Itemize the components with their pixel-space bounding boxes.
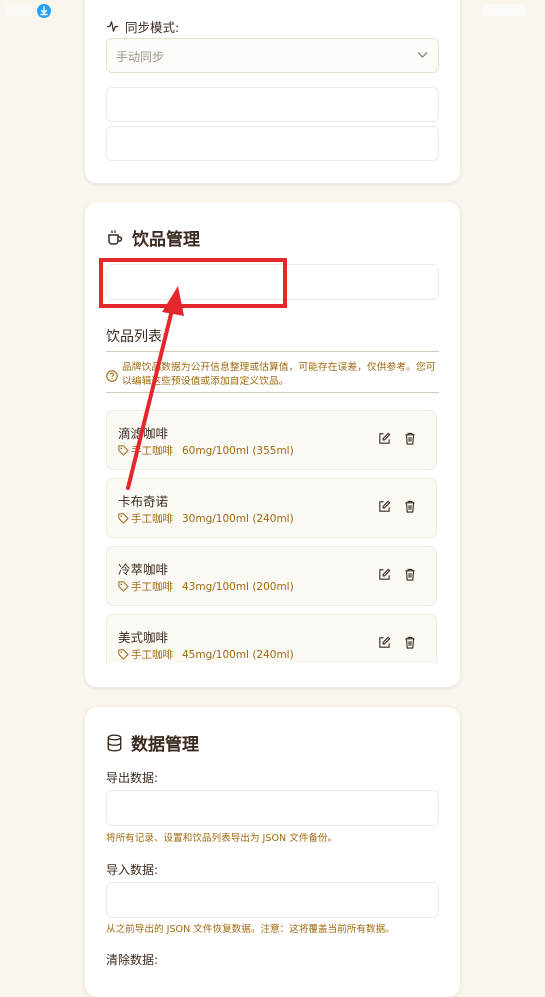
sync-field-2[interactable] [106, 126, 439, 161]
add-drink-button-area[interactable] [106, 264, 439, 300]
export-button[interactable] [106, 790, 439, 826]
chevron-down-icon [417, 52, 428, 58]
drink-category-text: 手工咖啡 [131, 445, 173, 457]
data-notice-text: 品牌饮品数据为公开信息整理或估算值，可能存在误差，仅供参考。您可以编辑这些预设值… [122, 362, 436, 387]
data-management-title: 数据管理 [106, 730, 199, 755]
drink-management-title: 饮品管理 [106, 225, 200, 250]
import-help: 从之前导出的 JSON 文件恢复数据。注意：这将覆盖当前所有数据。 [106, 924, 395, 935]
export-help: 将所有记录、设置和饮品列表导出为 JSON 文件备份。 [106, 833, 338, 844]
import-label: 导入数据: [106, 863, 159, 877]
drink-name: 美式咖啡 [118, 630, 169, 645]
drink-name: 冷萃咖啡 [118, 562, 169, 577]
download-icon [37, 4, 51, 18]
status-indicators [483, 4, 525, 16]
drink-list-label: 饮品列表: [106, 326, 439, 352]
drink-category: 手工咖啡 [118, 647, 173, 662]
drink-item: 滴滤咖啡 手工咖啡 60mg/100ml (355ml) [106, 410, 437, 470]
drink-caffeine: 30mg/100ml (240ml) [182, 513, 294, 525]
sync-mode-value: 手动同步 [116, 50, 165, 64]
drink-management-card: 饮品管理 饮品列表: 品牌饮品数据为公开信息整理或估算值，可能存在误差，仅供参考… [85, 202, 460, 687]
trash-icon[interactable] [404, 432, 416, 445]
drink-caffeine: 60mg/100ml (355ml) [182, 445, 294, 457]
help-circle-icon [106, 370, 118, 382]
drink-item: 冷萃咖啡 手工咖啡 43mg/100ml (200ml) [106, 546, 437, 606]
drink-name: 卡布奇诺 [118, 494, 169, 509]
status-time [6, 4, 32, 16]
clear-label: 清除数据: [106, 953, 159, 967]
sync-field-1[interactable] [106, 87, 439, 122]
drink-category: 手工咖啡 [118, 579, 173, 594]
trash-icon[interactable] [404, 568, 416, 581]
import-button[interactable] [106, 882, 439, 918]
data-management-card: 数据管理 导出数据: 将所有记录、设置和饮品列表导出为 JSON 文件备份。 导… [85, 707, 460, 997]
sync-mode-label: 同步模式: [106, 17, 179, 36]
drink-category-text: 手工咖啡 [131, 513, 173, 525]
sync-mode-label-text: 同步模式: [125, 20, 180, 35]
drink-item: 美式咖啡 手工咖啡 45mg/100ml (240ml) [106, 614, 437, 663]
sync-mode-select[interactable]: 手动同步 [106, 38, 439, 73]
sync-settings-card: 同步模式: 手动同步 [85, 0, 460, 183]
drink-caffeine: 43mg/100ml (200ml) [182, 581, 294, 593]
data-management-title-text: 数据管理 [131, 735, 199, 755]
edit-icon[interactable] [378, 432, 391, 445]
edit-icon[interactable] [378, 568, 391, 581]
cup-icon [108, 230, 123, 245]
database-icon [107, 734, 122, 752]
tag-icon [118, 649, 129, 660]
trash-icon[interactable] [404, 636, 416, 649]
tag-icon [118, 513, 129, 524]
tag-icon [118, 581, 129, 592]
activity-icon [106, 21, 119, 32]
drink-management-title-text: 饮品管理 [132, 230, 200, 250]
trash-icon[interactable] [404, 500, 416, 513]
drink-list[interactable]: 滴滤咖啡 手工咖啡 60mg/100ml (355ml) 卡布奇诺 手工咖啡 3… [106, 410, 437, 663]
data-notice: 品牌饮品数据为公开信息整理或估算值，可能存在误差，仅供参考。您可以编辑这些预设值… [106, 354, 439, 393]
export-label: 导出数据: [106, 771, 159, 785]
drink-category: 手工咖啡 [118, 511, 173, 526]
drink-category-text: 手工咖啡 [131, 649, 173, 661]
edit-icon[interactable] [378, 636, 391, 649]
drink-item: 卡布奇诺 手工咖啡 30mg/100ml (240ml) [106, 478, 437, 538]
drink-name: 滴滤咖啡 [118, 426, 169, 441]
drink-category-text: 手工咖啡 [131, 581, 173, 593]
drink-caffeine: 45mg/100ml (240ml) [182, 649, 294, 661]
tag-icon [118, 445, 129, 456]
edit-icon[interactable] [378, 500, 391, 513]
drink-category: 手工咖啡 [118, 443, 173, 458]
